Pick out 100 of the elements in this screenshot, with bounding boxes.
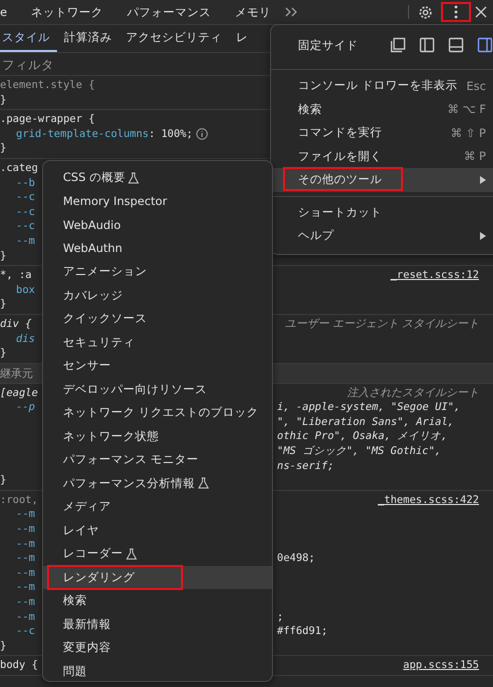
menu-item[interactable]: レンダリング	[43, 566, 272, 589]
chevrons-icon[interactable]	[285, 7, 300, 17]
property-name[interactable]: --m	[16, 507, 35, 522]
tab[interactable]: レ	[229, 25, 255, 52]
property-value: ;	[277, 610, 284, 624]
menu-item[interactable]: ネットワーク リクエストのブロック	[43, 401, 272, 424]
property-value: i, -apple-system, "Segoe UI",	[277, 400, 460, 415]
property-name[interactable]: grid-template-columns	[16, 126, 149, 142]
tab[interactable]: スタイル	[0, 25, 57, 52]
menu-item[interactable]: コンソール ドロワーを非表示 Esc	[271, 74, 493, 98]
layout-icon[interactable]	[419, 37, 435, 53]
menu-item[interactable]: CSS の概要	[43, 166, 272, 190]
filter-field[interactable]: フィルタ	[0, 53, 493, 75]
property-value: 0e498;	[277, 551, 315, 566]
menu-item[interactable]: パフォーマンス分析情報	[43, 472, 272, 495]
menu-item[interactable]: 問題	[43, 660, 272, 683]
property-name[interactable]: --m	[16, 566, 35, 580]
selector-text: element.style {	[0, 79, 95, 91]
css-brace: }	[0, 347, 6, 360]
close-icon[interactable]	[475, 6, 487, 18]
property-name[interactable]: --m	[16, 595, 35, 610]
layout-icon[interactable]	[448, 37, 464, 53]
property-name[interactable]: --m	[16, 536, 35, 552]
property-name[interactable]: --c	[16, 190, 35, 205]
layout-icon[interactable]	[477, 37, 493, 53]
submenu-arrow-icon	[480, 176, 486, 184]
selector-text: div {	[0, 318, 32, 330]
info-icon[interactable]	[196, 128, 208, 140]
property-name[interactable]: --m	[16, 551, 35, 566]
menu-item[interactable]: コマンドを実行 ⌘ ⇧ P	[271, 121, 493, 144]
stylesheet-origin: 注入されたスタイルシート	[347, 386, 479, 400]
flask-icon	[198, 477, 209, 490]
property-name[interactable]: --p	[16, 400, 35, 415]
selector-text: body {	[0, 659, 38, 672]
property-name[interactable]: --m	[16, 522, 35, 537]
selector-text: [eagle	[0, 386, 38, 399]
selector-text: .page-wrapper {	[0, 113, 95, 126]
property-name[interactable]: --m	[16, 580, 35, 595]
menu-item[interactable]: パフォーマンス モニター	[43, 448, 272, 472]
colon: :	[148, 126, 156, 142]
stylesheet-origin: ユーザー エージェント スタイルシート	[285, 316, 479, 332]
menu-item[interactable]: WebAudio	[43, 213, 272, 236]
dock-label: 固定サイド	[298, 38, 359, 52]
source-link[interactable]: _themes.scss:422	[378, 492, 479, 508]
css-brace: }	[0, 474, 6, 486]
menu-item[interactable]: ネットワーク状態	[43, 424, 272, 448]
panel-tab[interactable]: メモリ	[223, 4, 284, 20]
panel-tab[interactable]: ネットワーク	[19, 4, 116, 20]
menu-item[interactable]: その他のツール	[271, 168, 493, 192]
menu-item[interactable]: アニメーション	[43, 260, 272, 284]
window-icon[interactable]	[390, 37, 406, 53]
property-name[interactable]: --c	[16, 624, 35, 639]
selector-text: .categ	[0, 162, 38, 174]
css-brace: }	[0, 640, 6, 652]
menu-item[interactable]: 検索 ⌘ ⌥ F	[271, 98, 493, 121]
property-value: ", "Liberation Sans", Arial,	[277, 414, 454, 430]
menu-item[interactable]: メディア	[43, 495, 272, 518]
more-icon	[454, 5, 458, 19]
property-value: #ff6d91;	[277, 624, 328, 639]
more-button[interactable]	[441, 2, 471, 22]
flask-icon	[126, 548, 137, 560]
menu-item[interactable]: ファイルを開く ⌘ P	[271, 144, 493, 168]
property-value[interactable]: 100%;	[161, 126, 193, 142]
source-link[interactable]: _reset.scss:12	[390, 268, 479, 283]
menu-item[interactable]: Memory Inspector	[43, 190, 272, 213]
property-name[interactable]: --m	[16, 610, 35, 624]
menu-item[interactable]: 変更内容	[43, 636, 272, 660]
property-name[interactable]: box	[16, 282, 35, 298]
menu-item[interactable]: レイヤ	[43, 518, 272, 542]
tab[interactable]: 計算済み	[57, 25, 119, 52]
menu-item[interactable]: ヘルプ	[271, 224, 493, 248]
menu-item[interactable]: ショートカット	[271, 200, 493, 224]
property-value: "MS ゴシック", "MS Gothic",	[277, 444, 442, 459]
menu-item[interactable]: WebAuthn	[43, 236, 272, 260]
menu-item[interactable]: 最新情報	[43, 612, 272, 636]
menu-item[interactable]: レコーダー	[43, 542, 272, 566]
property-name[interactable]: --m	[16, 234, 35, 249]
css-brace: }	[0, 94, 6, 106]
menu-item[interactable]: カバレッジ	[43, 284, 272, 307]
tab[interactable]: アクセシビリティ	[119, 25, 229, 52]
panel-tab[interactable]: パフォーマンス	[115, 4, 224, 20]
source-link[interactable]: app.scss:155	[403, 658, 479, 673]
menu-item[interactable]: クイックソース	[43, 307, 272, 330]
property-name[interactable]: --c	[16, 204, 35, 220]
css-brace: }	[0, 298, 6, 310]
property-name[interactable]: dis	[16, 332, 35, 346]
css-brace: }	[0, 250, 6, 262]
flask-icon	[128, 172, 140, 184]
property-value: ns-serif;	[277, 458, 334, 474]
menu-item[interactable]: セキュリティ	[43, 330, 272, 354]
submenu-arrow-icon	[480, 232, 486, 240]
property-name[interactable]: --c	[16, 219, 35, 234]
css-brace: }	[0, 142, 6, 154]
property-value: othic Pro", Osaka, メイリオ,	[277, 429, 448, 444]
panel-tab[interactable]: e	[0, 5, 20, 19]
selector-text: :root,	[0, 494, 38, 506]
settings-icon[interactable]	[418, 4, 433, 20]
selector-text: *, :a	[0, 269, 32, 282]
property-name[interactable]: --b	[16, 176, 35, 190]
menu-item[interactable]: 検索	[43, 589, 272, 612]
